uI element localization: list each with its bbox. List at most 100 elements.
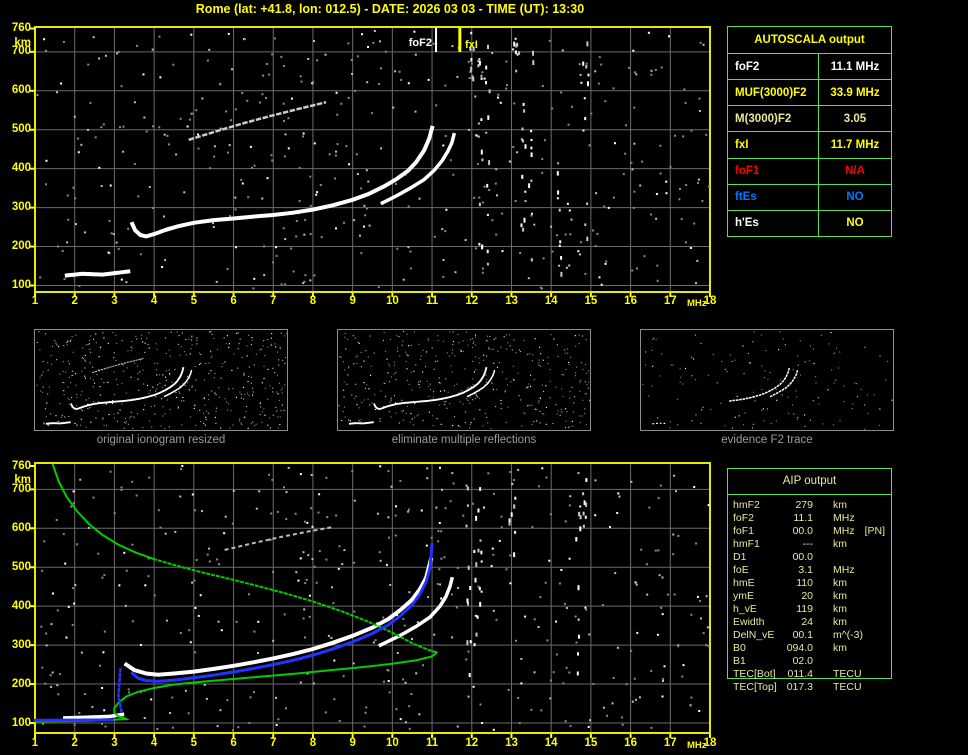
- es-trace: [348, 421, 374, 425]
- x-axis-unit: MHz: [686, 298, 707, 309]
- x-tick-label: 9: [349, 295, 356, 307]
- autoscala-param-label: h'Es: [728, 210, 819, 236]
- noise-dots: [36, 330, 287, 430]
- y-tick-label: 700: [11, 45, 31, 58]
- aip-param-unit: MHz: [833, 564, 855, 576]
- y-tick-label: 760: [11, 22, 31, 34]
- aip-param-name: foE: [733, 564, 749, 576]
- x-tick-label: 1: [31, 295, 39, 307]
- aip-param-note: [PN]: [864, 525, 886, 537]
- echo-x-trace: [378, 576, 455, 648]
- aip-param-unit: km: [833, 538, 847, 550]
- aip-row: hmF1 --- km: [733, 538, 905, 551]
- autoscala-row: M(3000)F2 3.05: [728, 106, 891, 133]
- x-axis-unit: MHz: [686, 740, 707, 751]
- x-tick-label: 8: [309, 737, 317, 749]
- noise-dots: [36, 30, 710, 290]
- aip-param-name: TEC[Top]: [733, 681, 777, 693]
- y-tick-label: 100: [11, 716, 31, 729]
- autoscala-row: foF2 11.1 MHz: [728, 54, 891, 81]
- y-tick-label: 700: [11, 482, 31, 495]
- autoscala-row: ftEs NO: [728, 184, 891, 211]
- autoscala-table-title: AUTOSCALA output: [728, 27, 891, 54]
- y-tick-label: 300: [11, 201, 31, 214]
- aip-row: foF2 11.1 MHz: [733, 512, 905, 525]
- aip-row: B1 02.0: [733, 655, 905, 668]
- x-tick-label: 15: [584, 737, 598, 749]
- es-trace: [64, 269, 131, 278]
- x-tick-label: 6: [230, 737, 237, 749]
- es-trace: [45, 421, 71, 425]
- x-tick-label: 17: [663, 295, 677, 307]
- aip-row: Ewidth 24 km: [733, 616, 905, 629]
- page-title: Rome (lat: +41.8, lon: 012.5) - DATE: 20…: [195, 2, 585, 16]
- aip-param-value: 094.0: [786, 642, 813, 654]
- autoscala-param-label: ftEs: [728, 184, 819, 210]
- aip-param-name: TEC[Bot]: [733, 668, 776, 680]
- echo-o-trace: [123, 557, 434, 677]
- profile-bottomside: [34, 651, 439, 723]
- plot-frame: [29, 462, 711, 738]
- aip-param-name: Ewidth: [733, 616, 765, 628]
- y-tick-label: 600: [11, 84, 31, 97]
- x-tick-label: 11: [425, 737, 439, 749]
- thumbnail-evidence-f2: [640, 329, 894, 431]
- noise-streaks: [469, 31, 590, 277]
- aip-param-value: 20: [801, 590, 813, 602]
- y-tick-label: 400: [11, 162, 31, 175]
- x-tick-label: 17: [663, 737, 677, 749]
- autoscala-param-value: 11.1 MHz: [830, 60, 880, 73]
- y-tick-label: 200: [11, 677, 31, 690]
- x-tick-label: 10: [385, 737, 399, 749]
- aip-param-value: 00.0: [792, 551, 813, 563]
- top-ionogram-plot: [29, 26, 711, 297]
- aip-param-name: ymE: [733, 590, 754, 602]
- f2-x-trace: [163, 369, 193, 398]
- aip-param-unit: MHz: [833, 512, 855, 524]
- aip-param-name: D1: [733, 551, 747, 563]
- x-tick-label: 4: [150, 737, 158, 749]
- x-tick-label: 12: [465, 295, 479, 307]
- y-tick-label: 200: [11, 240, 31, 253]
- aip-row: foF1 00.0 MHz [PN]: [733, 525, 905, 538]
- aip-param-value: 011.4: [787, 668, 814, 680]
- y-tick-label: 500: [11, 560, 31, 573]
- aip-table-title: AIP output: [728, 469, 891, 495]
- aip-row: DelN_vE 00.1 m^(-3): [733, 629, 905, 642]
- y-tick-label: 760: [11, 459, 31, 472]
- aip-row: ymE 20 km: [733, 590, 905, 603]
- x-tick-label: 13: [505, 295, 518, 307]
- thumbnail-eliminate-reflections: [337, 329, 591, 431]
- f2-o-trace: [129, 125, 435, 239]
- x-tick-label: 2: [71, 737, 78, 749]
- x-tick-label: 3: [111, 737, 118, 749]
- thumbnail-original-ionogram: [34, 329, 288, 431]
- autoscala-param-label: foF1: [728, 158, 819, 184]
- x-tick-label: 8: [309, 295, 317, 307]
- x-tick-label: 16: [624, 295, 637, 307]
- y-tick-label: 300: [11, 638, 31, 651]
- scaled-cusp-trace: [117, 667, 124, 714]
- echo-es-trace: [62, 712, 125, 720]
- aip-param-unit: TECU: [833, 681, 862, 693]
- x-tick-label: 11: [425, 295, 439, 307]
- aip-param-value: 017.3: [786, 681, 813, 693]
- aip-row: TEC[Top] 017.3 TECU: [733, 681, 905, 694]
- x-tick-label: 3: [111, 295, 118, 307]
- aip-param-value: 110: [796, 577, 813, 589]
- aip-param-unit: km: [833, 590, 847, 602]
- aip-param-value: 119: [796, 603, 813, 615]
- aip-param-unit: TECU: [833, 668, 862, 680]
- x-tick-label: 13: [505, 737, 518, 749]
- x-tick-label: 1: [31, 737, 39, 749]
- y-tick-label: 400: [11, 599, 31, 612]
- aip-param-value: 24: [801, 616, 813, 628]
- aip-param-name: hmE: [733, 577, 755, 589]
- x-tick-label: 10: [385, 295, 399, 307]
- noise-dots: [642, 331, 893, 430]
- aip-param-unit: km: [833, 616, 847, 628]
- x-tick-label: 14: [544, 737, 558, 749]
- fxi-marker-label: fxI: [465, 39, 478, 51]
- x-tick-label: 2: [71, 295, 78, 307]
- aip-row: D1 00.0: [733, 551, 905, 564]
